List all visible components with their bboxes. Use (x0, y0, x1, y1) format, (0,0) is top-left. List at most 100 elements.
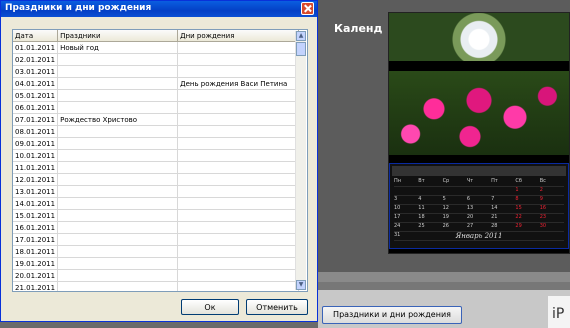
ok-button[interactable]: Ок (181, 299, 239, 315)
holidays-birthdays-button[interactable]: Праздники и дни рождения (322, 306, 462, 324)
birthday-cell[interactable] (177, 257, 300, 270)
vertical-scrollbar[interactable]: ▲ ▼ (295, 31, 306, 290)
calendar-day: 10 (394, 205, 401, 211)
calendar-day (491, 187, 515, 195)
date-cell[interactable]: 05.01.2011 (13, 89, 59, 102)
birthday-cell[interactable] (177, 197, 300, 210)
birthday-cell[interactable] (177, 101, 300, 114)
date-cell[interactable]: 04.01.2011 (13, 77, 59, 90)
dialog-titlebar[interactable]: Праздники и дни рождения (1, 1, 317, 17)
table-row[interactable]: 03.01.2011 (13, 65, 300, 78)
date-cell[interactable]: 19.01.2011 (13, 257, 59, 270)
birthday-cell[interactable] (177, 233, 300, 246)
table-row[interactable]: 12.01.2011 (13, 173, 300, 186)
birthday-cell[interactable] (177, 41, 300, 54)
birthday-cell[interactable] (177, 173, 300, 186)
cancel-button[interactable]: Отменить (246, 299, 308, 315)
birthday-cell[interactable] (177, 137, 300, 150)
date-cell[interactable]: 16.01.2011 (13, 221, 59, 234)
date-cell[interactable]: 08.01.2011 (13, 125, 59, 138)
table-row[interactable]: 17.01.2011 (13, 233, 300, 246)
holiday-cell[interactable]: Рождество Христово (57, 113, 179, 126)
birthday-cell[interactable] (177, 281, 300, 291)
holiday-cell[interactable] (57, 65, 179, 78)
holiday-cell[interactable] (57, 125, 179, 138)
holiday-cell[interactable] (57, 257, 179, 270)
table-row[interactable]: 04.01.2011 День рождения Васи Петина (13, 77, 300, 90)
holiday-cell[interactable] (57, 161, 179, 174)
table-row[interactable]: 07.01.2011 Рождество Христово (13, 113, 300, 126)
column-header-holidays[interactable]: Праздники (57, 30, 179, 42)
date-cell[interactable]: 14.01.2011 (13, 197, 59, 210)
table-row[interactable]: 11.01.2011 (13, 161, 300, 174)
birthday-cell[interactable] (177, 53, 300, 66)
birthday-cell[interactable] (177, 113, 300, 126)
table-row[interactable]: 19.01.2011 (13, 257, 300, 270)
table-row[interactable]: 06.01.2011 (13, 101, 300, 114)
column-header-date[interactable]: Дата (13, 30, 59, 42)
holiday-cell[interactable] (57, 281, 179, 291)
table-row[interactable]: 14.01.2011 (13, 197, 300, 210)
date-cell[interactable]: 07.01.2011 (13, 113, 59, 126)
date-cell[interactable]: 09.01.2011 (13, 137, 59, 150)
date-cell[interactable]: 10.01.2011 (13, 149, 59, 162)
holiday-cell[interactable] (57, 137, 179, 150)
table-row[interactable]: 05.01.2011 (13, 89, 300, 102)
column-header-birthdays[interactable]: Дни рождения (177, 30, 300, 42)
date-cell[interactable]: 01.01.2011 (13, 41, 59, 54)
table-row[interactable]: 20.01.2011 (13, 269, 300, 282)
birthday-cell[interactable] (177, 185, 300, 198)
table-row[interactable]: 13.01.2011 (13, 185, 300, 198)
holiday-cell[interactable] (57, 149, 179, 162)
date-cell[interactable]: 11.01.2011 (13, 161, 59, 174)
holiday-cell[interactable] (57, 53, 179, 66)
table-row[interactable]: 01.01.2011 Новый год (13, 41, 300, 54)
holiday-cell[interactable]: Новый год (57, 41, 179, 54)
holiday-cell[interactable] (57, 101, 179, 114)
date-cell[interactable]: 18.01.2011 (13, 245, 59, 258)
birthday-cell[interactable] (177, 161, 300, 174)
birthday-cell[interactable] (177, 221, 300, 234)
date-cell[interactable]: 20.01.2011 (13, 269, 59, 282)
holidays-table[interactable]: Дата Праздники Дни рождения 01.01.2011 Но… (12, 29, 308, 292)
holiday-cell[interactable] (57, 245, 179, 258)
birthday-cell[interactable]: День рождения Васи Петина (177, 77, 300, 90)
scroll-down-arrow-icon[interactable]: ▼ (296, 280, 306, 290)
holiday-cell[interactable] (57, 173, 179, 186)
table-row[interactable]: 08.01.2011 (13, 125, 300, 138)
holiday-cell[interactable] (57, 233, 179, 246)
scroll-up-arrow-icon[interactable]: ▲ (296, 31, 306, 41)
table-row[interactable]: 02.01.2011 (13, 53, 300, 66)
birthday-cell[interactable] (177, 89, 300, 102)
holiday-cell[interactable] (57, 185, 179, 198)
date-cell[interactable]: 12.01.2011 (13, 173, 59, 186)
date-cell[interactable]: 17.01.2011 (13, 233, 59, 246)
birthday-cell[interactable] (177, 269, 300, 282)
table-row[interactable]: 21.01.2011 (13, 281, 300, 291)
date-cell[interactable]: 21.01.2011 (13, 281, 59, 291)
date-cell[interactable]: 06.01.2011 (13, 101, 59, 114)
table-row[interactable]: 15.01.2011 (13, 209, 300, 222)
holiday-cell[interactable] (57, 269, 179, 282)
birthday-cell[interactable] (177, 125, 300, 138)
scroll-thumb[interactable] (296, 42, 306, 56)
date-cell[interactable]: 03.01.2011 (13, 65, 59, 78)
holiday-cell[interactable] (57, 89, 179, 102)
birthday-cell[interactable] (177, 209, 300, 222)
holiday-cell[interactable] (57, 77, 179, 90)
table-row[interactable]: 18.01.2011 (13, 245, 300, 258)
table-row[interactable]: 09.01.2011 (13, 137, 300, 150)
date-cell[interactable]: 15.01.2011 (13, 209, 59, 222)
birthday-cell[interactable] (177, 149, 300, 162)
birthday-cell[interactable] (177, 65, 300, 78)
birthday-cell[interactable] (177, 245, 300, 258)
table-row[interactable]: 16.01.2011 (13, 221, 300, 234)
date-cell[interactable]: 13.01.2011 (13, 185, 59, 198)
holiday-cell[interactable] (57, 209, 179, 222)
calendar-day: 5 (442, 196, 446, 202)
table-row[interactable]: 10.01.2011 (13, 149, 300, 162)
close-icon[interactable] (301, 2, 314, 15)
holiday-cell[interactable] (57, 221, 179, 234)
date-cell[interactable]: 02.01.2011 (13, 53, 59, 66)
holiday-cell[interactable] (57, 197, 179, 210)
